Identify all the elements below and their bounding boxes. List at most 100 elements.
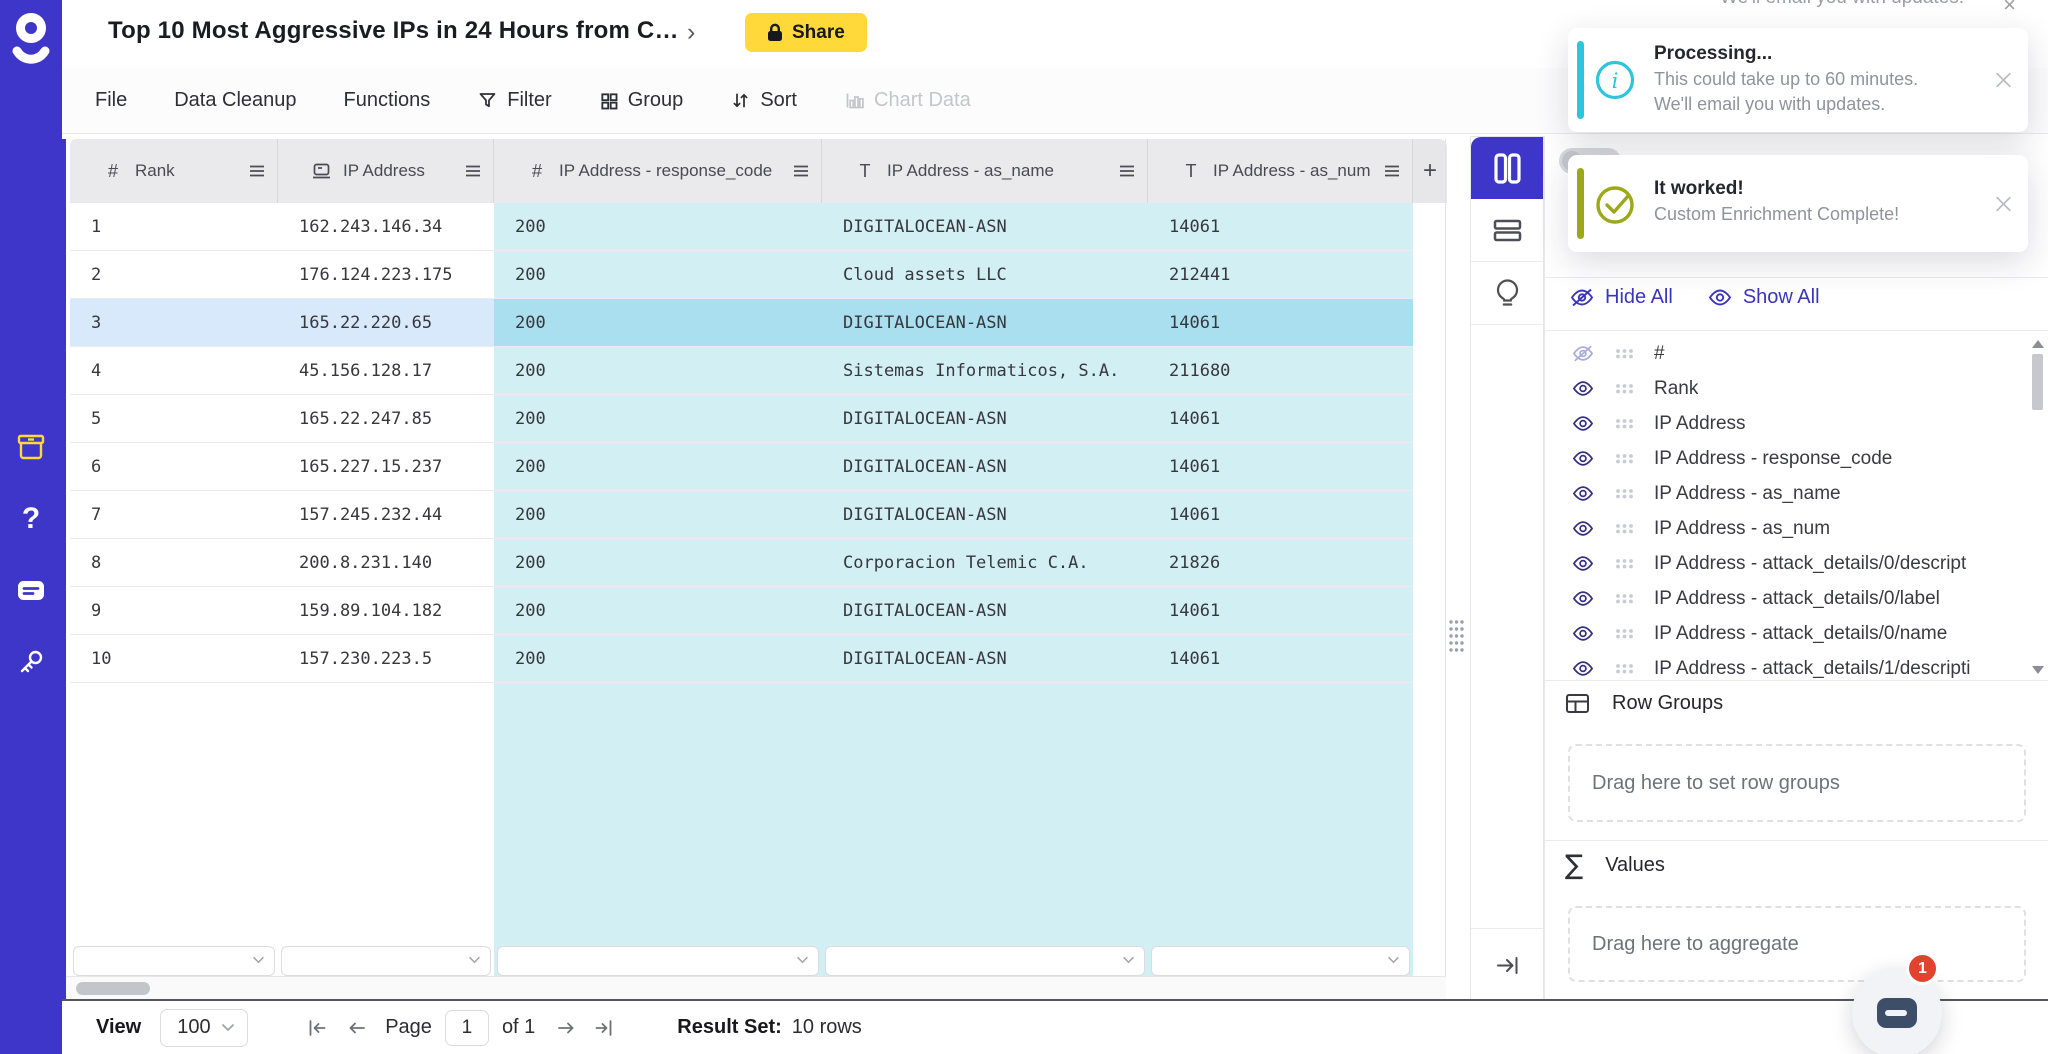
cell-ip-address-as-num[interactable]: 14061 — [1148, 491, 1413, 539]
cell-rank[interactable]: 2 — [70, 251, 278, 299]
cell-ip-address-response-code[interactable]: 200 — [494, 491, 822, 539]
drag-handle-icon[interactable] — [1615, 383, 1634, 394]
cell-ip-address-as-name[interactable]: DIGITALOCEAN-ASN — [822, 443, 1148, 491]
cell-ip-address[interactable]: 165.22.247.85 — [278, 395, 494, 443]
show-all-button[interactable]: Show All — [1707, 286, 1820, 309]
footer-filter-select-ip-address-as-num[interactable] — [1151, 946, 1410, 976]
tab-columns[interactable] — [1471, 137, 1543, 199]
menu-sort[interactable]: Sort — [730, 89, 797, 112]
cell-rank[interactable]: 9 — [70, 587, 278, 635]
footer-filter-select-ip-address-as-name[interactable] — [825, 946, 1145, 976]
panel-scrollbar[interactable] — [2030, 340, 2045, 674]
page-size-select[interactable]: 100 — [160, 1009, 248, 1047]
row-groups-dropzone[interactable]: Drag here to set row groups — [1568, 744, 2026, 822]
eye-icon[interactable] — [1571, 624, 1597, 643]
cell-ip-address-as-num[interactable]: 212441 — [1148, 251, 1413, 299]
menu-chart-data[interactable]: Chart Data — [844, 89, 971, 112]
eye-icon[interactable] — [1571, 589, 1597, 608]
first-page-button[interactable] — [306, 1018, 328, 1038]
feedback-chat-icon[interactable] — [0, 569, 62, 613]
eye-icon[interactable] — [1571, 659, 1597, 678]
drag-handle-icon[interactable] — [1615, 558, 1634, 569]
cell-ip-address-as-name[interactable]: Sistemas Informaticos, S.A. — [822, 347, 1148, 395]
panel-resize-handle[interactable] — [1448, 619, 1465, 653]
eye-icon[interactable] — [1571, 519, 1597, 538]
cell-ip-address[interactable]: 45.156.128.17 — [278, 347, 494, 395]
values-dropzone[interactable]: Drag here to aggregate — [1568, 906, 2026, 982]
collapse-panel-button[interactable] — [1471, 928, 1543, 1001]
column-menu-icon[interactable] — [793, 164, 809, 178]
menu-file[interactable]: File — [95, 89, 127, 112]
cell-ip-address[interactable]: 157.230.223.5 — [278, 635, 494, 683]
eye-icon[interactable] — [1571, 379, 1597, 398]
cell-rank[interactable]: 1 — [70, 203, 278, 251]
cell-ip-address-response-code[interactable]: 200 — [494, 443, 822, 491]
cell-ip-address-response-code[interactable]: 200 — [494, 251, 822, 299]
cell-ip-address-as-num[interactable]: 14061 — [1148, 587, 1413, 635]
horizontal-scrollbar-thumb[interactable] — [76, 982, 150, 995]
cell-ip-address[interactable]: 200.8.231.140 — [278, 539, 494, 587]
api-key-icon[interactable] — [0, 640, 62, 684]
eye-icon[interactable] — [1571, 449, 1597, 468]
cell-ip-address-response-code[interactable]: 200 — [494, 635, 822, 683]
cell-ip-address[interactable]: 159.89.104.182 — [278, 587, 494, 635]
drag-handle-icon[interactable] — [1615, 628, 1634, 639]
share-button[interactable]: Share — [745, 13, 867, 52]
cell-ip-address[interactable]: 176.124.223.175 — [278, 251, 494, 299]
column-header-ip-address-as-num[interactable]: TIP Address - as_num — [1148, 139, 1413, 203]
cell-rank[interactable]: 4 — [70, 347, 278, 395]
cell-ip-address-as-name[interactable]: DIGITALOCEAN-ASN — [822, 203, 1148, 251]
eye-icon[interactable] — [1571, 554, 1597, 573]
tab-insights[interactable] — [1471, 262, 1543, 325]
cell-ip-address-as-name[interactable]: Cloud assets LLC — [822, 251, 1148, 299]
cell-ip-address-as-name[interactable]: Corporacion Telemic C.A. — [822, 539, 1148, 587]
drag-handle-icon[interactable] — [1615, 523, 1634, 534]
footer-filter-select-rank[interactable] — [73, 946, 275, 976]
cell-ip-address-as-num[interactable]: 211680 — [1148, 347, 1413, 395]
cell-ip-address-as-num[interactable]: 14061 — [1148, 443, 1413, 491]
cell-rank[interactable]: 8 — [70, 539, 278, 587]
cell-ip-address-as-num[interactable]: 14061 — [1148, 299, 1413, 347]
add-column-button[interactable]: + — [1413, 139, 1447, 203]
cell-ip-address-as-num[interactable]: 14061 — [1148, 635, 1413, 683]
drag-handle-icon[interactable] — [1615, 663, 1634, 674]
cell-ip-address-response-code[interactable]: 200 — [494, 299, 822, 347]
previous-page-button[interactable] — [346, 1018, 368, 1038]
column-menu-icon[interactable] — [1384, 164, 1400, 178]
menu-data-cleanup[interactable]: Data Cleanup — [174, 89, 296, 112]
drag-handle-icon[interactable] — [1615, 418, 1634, 429]
cell-ip-address-as-num[interactable]: 14061 — [1148, 203, 1413, 251]
menu-functions[interactable]: Functions — [344, 89, 431, 112]
eye-icon[interactable] — [1571, 414, 1597, 433]
column-menu-icon[interactable] — [1119, 164, 1135, 178]
cell-ip-address-as-num[interactable]: 21826 — [1148, 539, 1413, 587]
cell-rank[interactable]: 7 — [70, 491, 278, 539]
cell-ip-address-response-code[interactable]: 200 — [494, 347, 822, 395]
column-menu-icon[interactable] — [465, 164, 481, 178]
next-page-button[interactable] — [555, 1018, 577, 1038]
menu-filter[interactable]: Filter — [477, 89, 551, 112]
drag-handle-icon[interactable] — [1615, 488, 1634, 499]
cell-ip-address-response-code[interactable]: 200 — [494, 587, 822, 635]
menu-group[interactable]: Group — [599, 89, 684, 112]
column-header-ip-address-as-name[interactable]: TIP Address - as_name — [822, 139, 1148, 203]
library-box-icon[interactable] — [0, 425, 62, 469]
cell-ip-address[interactable]: 165.227.15.237 — [278, 443, 494, 491]
cell-ip-address-response-code[interactable]: 200 — [494, 395, 822, 443]
column-menu-icon[interactable] — [249, 164, 265, 178]
footer-filter-select-ip-address[interactable] — [281, 946, 491, 976]
column-header-rank[interactable]: #Rank — [70, 139, 278, 203]
cell-ip-address-as-name[interactable]: DIGITALOCEAN-ASN — [822, 635, 1148, 683]
scroll-down-icon[interactable] — [2032, 666, 2044, 674]
toast-close-button[interactable] — [1995, 72, 2012, 89]
cell-ip-address-as-name[interactable]: DIGITALOCEAN-ASN — [822, 395, 1148, 443]
horizontal-scrollbar[interactable] — [66, 976, 1446, 1000]
cell-ip-address[interactable]: 157.245.232.44 — [278, 491, 494, 539]
column-header-ip-address-response-code[interactable]: #IP Address - response_code — [494, 139, 822, 203]
eye-icon[interactable] — [1571, 484, 1597, 503]
cell-ip-address-response-code[interactable]: 200 — [494, 539, 822, 587]
column-header-ip-address[interactable]: IP Address — [278, 139, 494, 203]
hide-all-button[interactable]: Hide All — [1569, 286, 1673, 309]
last-page-button[interactable] — [593, 1018, 615, 1038]
drag-handle-icon[interactable] — [1615, 348, 1634, 359]
